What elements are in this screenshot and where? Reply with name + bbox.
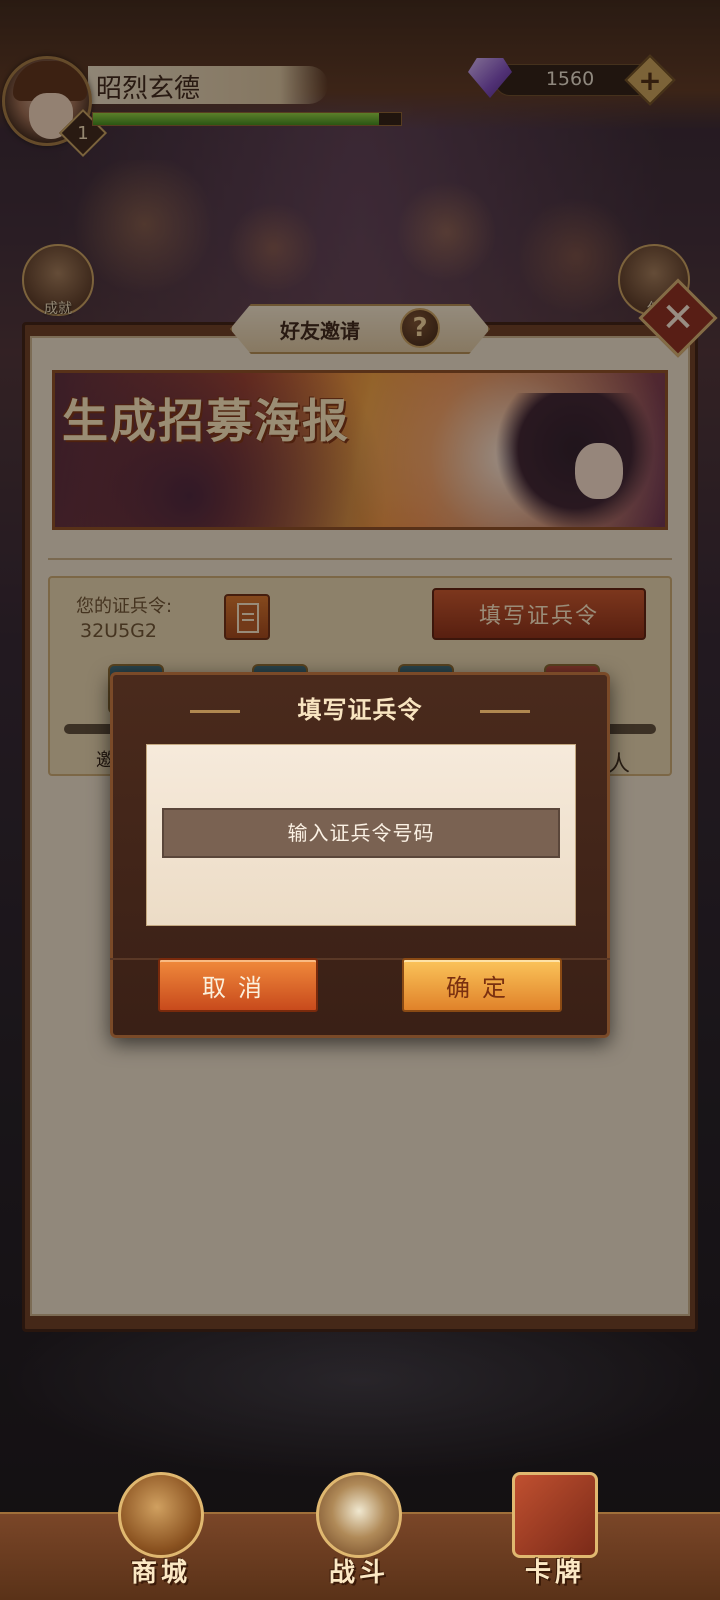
dialog-title: 填写证兵令: [297, 696, 423, 724]
code-input[interactable]: [162, 808, 560, 858]
nav-battle[interactable]: 战斗: [294, 1460, 424, 1600]
nav-shop-label: 商城: [130, 1558, 191, 1588]
shop-icon: [118, 1472, 204, 1558]
confirm-button[interactable]: 确定: [402, 958, 562, 1012]
nav-cards[interactable]: 卡牌: [490, 1460, 620, 1600]
nav-cards-label: 卡牌: [524, 1558, 585, 1588]
battle-icon: [316, 1472, 402, 1558]
cancel-button[interactable]: 取消: [158, 958, 318, 1012]
nav-battle-label: 战斗: [328, 1558, 389, 1588]
nav-shop[interactable]: 商城: [96, 1460, 226, 1600]
cards-icon: [512, 1472, 598, 1558]
